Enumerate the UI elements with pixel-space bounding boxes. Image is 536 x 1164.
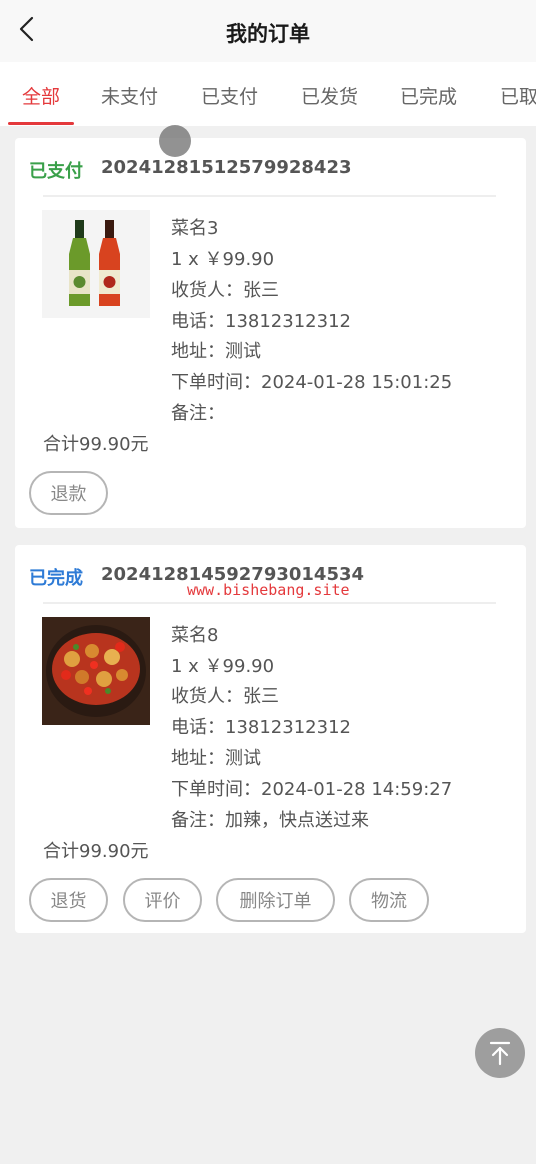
item-qty-price: 1 x ￥99.90 (171, 656, 275, 677)
order-status-label: 已完成 (29, 568, 83, 589)
divider (43, 195, 496, 197)
tab-all[interactable]: 全部 (22, 82, 60, 109)
order-card: 已完成 20241281459279301453­4 菜名8 1 x ￥99.9… (15, 545, 526, 933)
tab-paid[interactable]: 已支付 (201, 82, 258, 109)
order-time-text: 下单时间：2024-01-28 15:01:25 (171, 372, 453, 393)
order-total: 合计99.90元 (43, 841, 149, 862)
bottled-drinks-image (42, 210, 150, 318)
logistics-button[interactable]: 物流 (349, 878, 429, 922)
scroll-to-top-button[interactable] (475, 1028, 525, 1078)
phone-text: 电话：13812312312 (171, 717, 351, 738)
tab-completed[interactable]: 已完成 (400, 82, 457, 109)
divider (43, 602, 496, 604)
order-status-label: 已支付 (29, 161, 83, 182)
note-text: 备注： (171, 403, 225, 424)
active-tab-indicator (8, 122, 74, 125)
receiver-text: 收货人：张三 (171, 686, 279, 707)
order-time-text: 下单时间：2024-01-28 14:59:27 (171, 779, 453, 800)
touch-indicator (159, 125, 191, 157)
address-text: 地址：测试 (171, 748, 261, 769)
address-text: 地址：测试 (171, 341, 261, 362)
spicy-chicken-dish-image (42, 617, 150, 725)
tab-unpaid[interactable]: 未支付 (101, 82, 158, 109)
page-title: 我的订单 (226, 22, 310, 46)
tab-shipped[interactable]: 已发货 (301, 82, 358, 109)
order-total: 合计99.90元 (43, 434, 149, 455)
note-text: 备注：加辣，快点送过来 (171, 810, 369, 831)
return-goods-button[interactable]: 退货 (29, 878, 108, 922)
item-name: 菜名8 (171, 625, 219, 646)
review-button[interactable]: 评价 (123, 878, 202, 922)
tab-cancelled[interactable]: 已取 (500, 82, 536, 109)
order-number: 20241281512579928423 (101, 157, 352, 178)
order-card: 已支付 20241281512579928423 菜名3 1 x ￥99.90 … (15, 138, 526, 528)
arrow-up-icon (489, 1041, 511, 1066)
header-bar: 我的订单 (0, 0, 536, 62)
phone-text: 电话：13812312312 (171, 311, 351, 332)
order-status-tabs: 全部 未支付 已支付 已发货 已完成 已取 (0, 62, 536, 126)
receiver-text: 收货人：张三 (171, 280, 279, 301)
item-qty-price: 1 x ￥99.90 (171, 249, 275, 270)
refund-button[interactable]: 退款 (29, 471, 108, 515)
watermark-text: www.bishebang.site (187, 581, 350, 599)
item-name: 菜名3 (171, 218, 219, 239)
delete-order-button[interactable]: 删除订单 (216, 878, 335, 922)
